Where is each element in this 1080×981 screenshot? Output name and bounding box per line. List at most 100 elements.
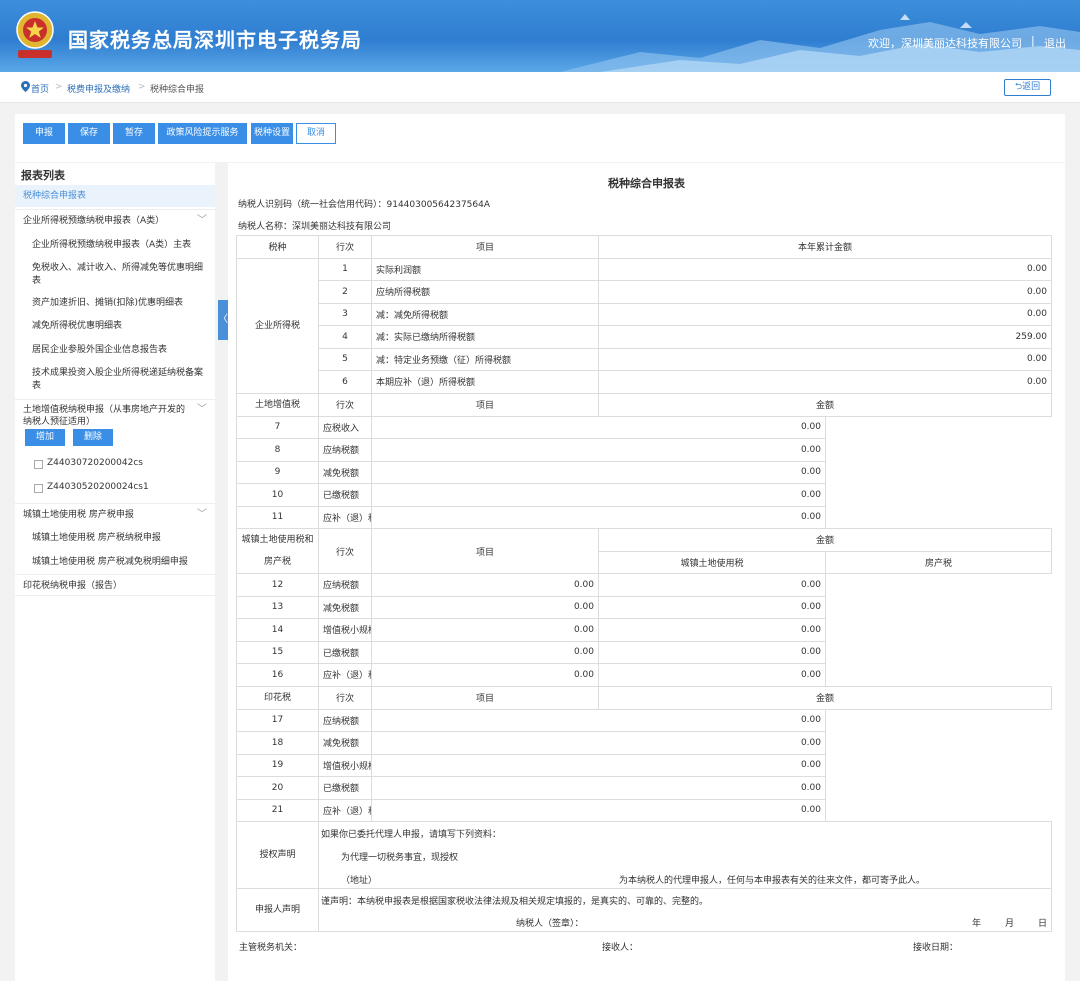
col-header-land-tax: 城镇土地使用税: [598, 550, 826, 574]
category-lvat: 土地增值税: [236, 392, 319, 417]
sidebar-item-reduction[interactable]: 减免所得税优惠明细表: [32, 320, 208, 333]
taxpayer-id: 纳税人识别码（统一社会信用代码）：91440300564237564A: [238, 200, 491, 210]
action-toolbar: 申报 保存 暂存 政策风险提示服务 税种设置 取消: [15, 114, 1065, 162]
table-row: 19增值税小规模纳税人减征额0.00: [236, 753, 1052, 777]
property-tax-amount: 0.00: [598, 663, 826, 687]
project-checkbox[interactable]: [34, 484, 43, 493]
footer-receiver: 接收人：: [602, 943, 639, 953]
col-header-row: 行次: [318, 528, 372, 574]
chevron-down-icon: ﹀: [197, 404, 207, 415]
table-row: 8 应纳税额 0.00: [236, 438, 1052, 462]
chevron-down-icon: ﹀: [197, 215, 207, 226]
footer-tax-office: 主管税务机关：: [239, 943, 303, 953]
amount-cell: 0.00: [371, 798, 826, 822]
save-button[interactable]: 保存: [68, 123, 110, 144]
table-row: 16应补（退）税额0.000.00: [236, 663, 1052, 687]
tax-emblem-icon: [16, 11, 54, 58]
amount-cell: 0.00: [597, 257, 1053, 281]
row-item: 增值税小规模纳税人减征额: [318, 618, 372, 642]
delete-button[interactable]: 删除: [73, 429, 113, 446]
breadcrumb-tax-declare[interactable]: 税费申报及缴纳: [67, 82, 130, 95]
sidebar-item-tech-investment[interactable]: 技术成果投资入股企业所得税递延纳税备案表: [32, 367, 208, 393]
site-title: 国家税务总局深圳市电子税务局: [68, 28, 362, 52]
cancel-button[interactable]: 取消: [296, 123, 336, 144]
category-stamp: 印花税: [236, 685, 319, 710]
sidebar-item-land-reduction[interactable]: 城镇土地使用税 房产税减免税明细申报: [32, 556, 208, 569]
taxpayer-name: 纳税人名称：深圳美丽达科技有限公司: [238, 222, 392, 232]
temp-save-button[interactable]: 暂存: [113, 123, 155, 144]
breadcrumb-arrow-icon: >: [55, 82, 63, 92]
land-tax-amount: 0.00: [371, 640, 599, 664]
sidebar-item-exempt-income[interactable]: 免税收入、减计收入、所得减免等优惠明细表: [32, 262, 208, 288]
table-row: 13 减免税额 0.00 0.00: [236, 595, 1052, 619]
row-item: 减：特定业务预缴（征）所得税额: [371, 347, 599, 371]
amount-cell: 0.00: [371, 505, 826, 529]
row-item: 实际利润额: [371, 257, 599, 281]
col-header-item: 项目: [371, 392, 599, 417]
sign-day: 日: [1038, 919, 1048, 929]
back-button[interactable]: ⮌返回: [1004, 79, 1051, 96]
add-button[interactable]: 增加: [25, 429, 65, 446]
sidebar-group-label: 土地增值税纳税申报（从事房地产开发的纳税人预征适用）: [23, 405, 186, 427]
col-header-row: 行次: [318, 235, 372, 259]
breadcrumb-home[interactable]: 首页: [31, 82, 49, 95]
location-pin-icon: [21, 81, 30, 92]
col-header-row: 行次: [318, 685, 372, 710]
header-separator: |: [1031, 34, 1035, 47]
sidebar-group-land-property[interactable]: 城镇土地使用税 房产税申报 ﹀: [15, 503, 215, 525]
breadcrumb-current: 税种综合申报: [150, 85, 205, 95]
row-item: 应纳税额: [318, 708, 372, 732]
amount-cell: 0.00: [597, 280, 1053, 304]
amount-cell: 0.00: [371, 731, 826, 755]
declare-button[interactable]: 申报: [23, 123, 65, 144]
row-number: 5: [318, 347, 372, 371]
row-number: 19: [236, 753, 319, 777]
policy-risk-button[interactable]: 政策风险提示服务: [158, 123, 247, 144]
sidebar-group-stamp[interactable]: 印花税纳税申报（报告）: [15, 574, 215, 596]
col-header-property-tax: 房产税: [824, 550, 1053, 574]
auth-line-2: 为代理一切税务事宜，现授权: [341, 853, 459, 863]
property-tax-amount: 0.00: [598, 595, 826, 619]
signature-label: 纳税人（签章）：: [516, 919, 584, 929]
sidebar-group-lvat[interactable]: 土地增值税纳税申报（从事房地产开发的纳税人预征适用） ﹀: [15, 399, 215, 431]
table-row: 2 应纳所得税额 0.00: [237, 280, 1053, 304]
amount-cell: 0.00: [371, 415, 826, 439]
amount-cell: 0.00: [597, 302, 1053, 326]
project-checkbox[interactable]: [34, 460, 43, 469]
row-number: 18: [236, 731, 319, 755]
col-header-item: 项目: [371, 235, 599, 259]
row-number: 6: [318, 370, 372, 394]
row-number: 21: [236, 798, 319, 822]
row-item: 应补（退）税额: [318, 663, 372, 687]
sidebar-item-depreciation[interactable]: 资产加速折旧、摊销(扣除)优惠明细表: [32, 297, 208, 310]
tax-settings-button[interactable]: 税种设置: [251, 123, 293, 144]
sidebar-item-land-declare[interactable]: 城镇土地使用税 房产税纳税申报: [32, 532, 208, 545]
amount-cell: 0.00: [597, 347, 1053, 371]
col-header-amount: 金额: [597, 528, 1053, 552]
sidebar-item-comprehensive[interactable]: 税种综合申报表: [15, 185, 215, 207]
row-number: 3: [318, 302, 372, 326]
amount-cell: 0.00: [371, 483, 826, 507]
row-number: 16: [236, 663, 319, 687]
row-item: 已缴税额: [318, 776, 372, 800]
sidebar-item-foreign-report[interactable]: 居民企业参股外国企业信息报告表: [32, 344, 208, 357]
row-item: 本期应补（退）所得税额: [371, 370, 599, 394]
amount-cell: 0.00: [597, 370, 1053, 394]
table-row: 12 应纳税额 0.00 0.00: [236, 573, 1052, 597]
table-row: 7 应税收入 0.00: [236, 415, 1052, 439]
col-header-amount: 金额: [597, 685, 1053, 710]
sidebar-item-cit-main[interactable]: 企业所得税预缴纳税申报表（A类）主表: [32, 239, 208, 252]
row-item: 减：实际已缴纳所得税额: [371, 325, 599, 349]
category-cit: 企业所得税: [236, 257, 319, 394]
col-header-ytd: 本年累计金额: [597, 235, 1053, 259]
project-label: Z44030520200024cs1: [47, 482, 149, 492]
sidebar-collapse-handle[interactable]: 〈: [218, 300, 228, 340]
row-item: 应补（退）税额: [318, 505, 372, 529]
sidebar-group-cit[interactable]: 企业所得税预缴纳税申报表（A类） ﹀: [15, 209, 215, 231]
row-number: 1: [318, 257, 372, 281]
welcome-text: 欢迎，深圳美丽达科技有限公司: [868, 37, 1022, 50]
logout-link[interactable]: 退出: [1044, 35, 1066, 51]
row-number: 12: [236, 573, 319, 597]
table-row: 18 减免税额 0.00: [236, 731, 1052, 755]
row-number: 20: [236, 776, 319, 800]
